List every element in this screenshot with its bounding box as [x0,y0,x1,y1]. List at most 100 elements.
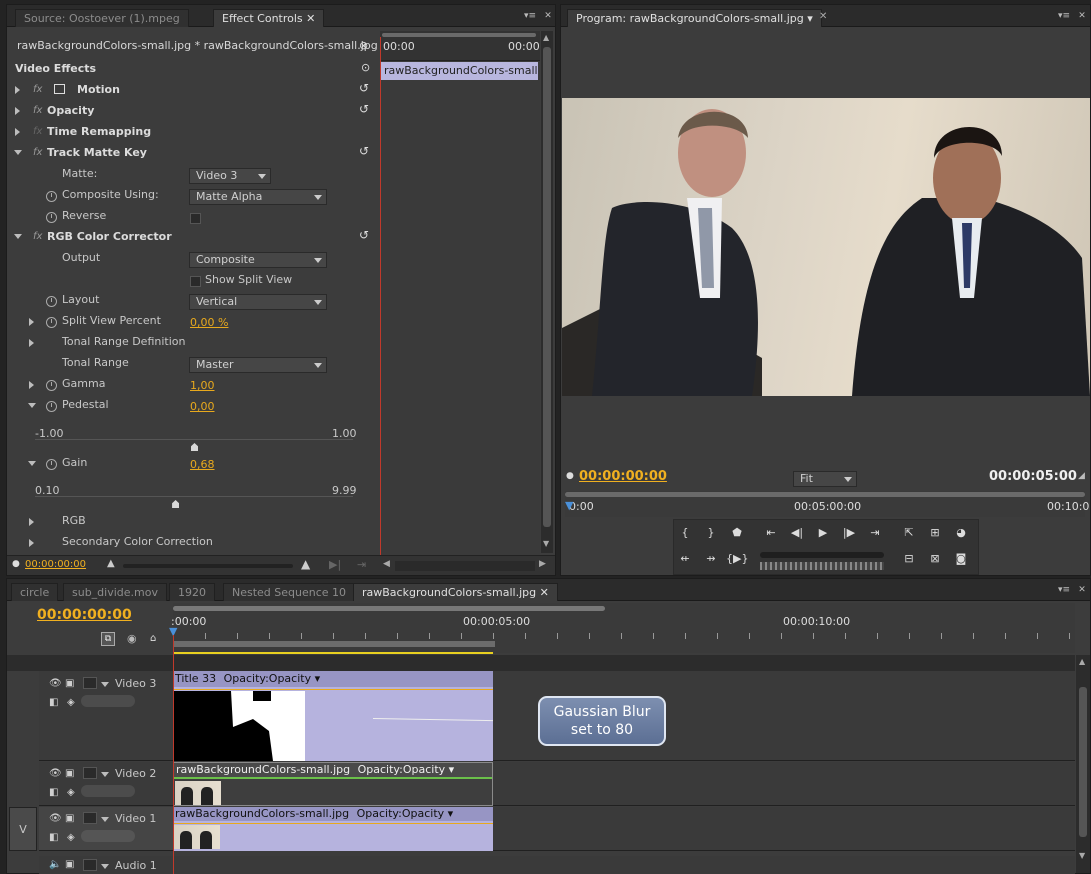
play-in-to-out-icon[interactable]: {▶} [726,550,748,568]
export-icon[interactable]: ⇥ [357,558,366,571]
opacity-line[interactable] [173,823,493,824]
keyframe-icon[interactable]: ◈ [67,787,75,798]
mini-playhead[interactable] [380,37,381,573]
tab-1920[interactable]: 1920 [169,583,215,601]
hscroll-track[interactable] [395,561,535,571]
pedestal-slider[interactable] [35,439,353,440]
lift-icon[interactable]: ⇱ [898,524,920,542]
chevron-down-icon[interactable]: ▾ [448,807,454,820]
stopwatch-icon[interactable] [46,212,57,223]
vscroll-thumb[interactable] [1079,687,1087,837]
eye-icon[interactable]: 👁 [49,813,62,824]
fx-icon[interactable]: fx [33,105,42,116]
collapse-video3-icon[interactable] [101,682,109,687]
scroll-thumb[interactable] [543,47,551,527]
hscroll-left-icon[interactable]: ◀ [383,559,390,569]
stopwatch-icon[interactable] [46,296,57,307]
safe-margins-icon[interactable]: ⊞ [924,524,946,542]
tab-source[interactable]: Source: Oostoever (1).mpeg [15,9,189,27]
clip-v1-fx[interactable]: Opacity:Opacity [357,807,445,820]
clip-v1[interactable]: rawBackgroundColors-small.jpg Opacity:Op… [173,807,493,851]
trim-monitor-icon[interactable]: ⊟ [898,550,920,568]
timeline-vscroll[interactable]: ▲ ▼ [1076,655,1090,873]
shuttle-slider[interactable] [760,552,884,558]
collapse-rgb-cc-icon[interactable] [14,234,22,239]
jog-wheel[interactable] [760,562,884,570]
program-timecode[interactable]: 00:00:00:00 [579,469,667,484]
collapse-all-icon[interactable]: ⊙ [361,61,370,74]
expand-opacity-icon[interactable] [15,107,20,115]
stopwatch-icon[interactable] [46,380,57,391]
set-marker-icon[interactable]: ⬟ [726,524,748,542]
collapse-audio1-icon[interactable] [101,864,109,869]
collapse-pedestal-icon[interactable] [28,403,36,408]
matte-dropdown[interactable]: Video 3 [189,168,271,184]
program-playhead-icon[interactable]: ▼ [565,499,573,512]
go-to-prev-edit-icon[interactable]: ⇷ [674,550,696,568]
tab-sub-divide[interactable]: sub_divide.mov [63,583,167,601]
go-to-out-icon[interactable]: ⇥ [864,524,886,542]
expand-gamma-icon[interactable] [29,381,34,389]
gain-slider[interactable] [35,496,353,497]
collapse-video2-icon[interactable] [101,772,109,777]
clip-v2[interactable]: rawBackgroundColors-small.jpg Opacity:Op… [173,762,493,806]
video-frame[interactable] [562,98,1090,396]
gain-slider-thumb[interactable] [172,500,180,508]
collapse-track-matte-icon[interactable] [14,150,22,155]
stopwatch-icon[interactable] [46,459,57,470]
target-v-toggle[interactable]: V [9,807,37,851]
reset-icon[interactable]: ↺ [359,229,372,242]
lock-toggle[interactable] [83,812,97,824]
output-icon[interactable]: ◕ [950,524,972,542]
chevron-down-icon[interactable]: ▾ [807,12,813,25]
close-panel-icon[interactable]: ✕ [1075,11,1089,21]
timeline-timecode[interactable]: 00:00:00:00 [37,607,132,623]
keyframe-icon[interactable]: ◈ [67,832,75,843]
fit-dropdown[interactable]: Fit [793,471,857,487]
panel-menu-icon[interactable]: ▾≡ [1057,11,1071,21]
film-icon[interactable]: ▣ [65,678,74,689]
close-icon[interactable]: ✕ [540,586,549,599]
show-split-view-checkbox[interactable] [190,276,201,287]
reverse-checkbox[interactable] [190,213,201,224]
mini-zoom-bar[interactable] [382,33,536,37]
output-dropdown[interactable]: Composite [189,252,327,268]
display-style-icon[interactable]: ◧ [49,832,58,843]
film-icon[interactable]: ▣ [65,768,74,779]
pedestal-slider-thumb[interactable] [191,443,198,451]
stopwatch-icon[interactable] [46,317,57,328]
add-marker-icon[interactable]: ◉ [127,632,137,645]
clip-title33[interactable]: Title 33 Opacity:Opacity ▾ [173,671,493,761]
step-forward-icon[interactable]: |▶ [838,524,860,542]
expand-time-remap-icon[interactable] [15,128,20,136]
gamma-value[interactable]: 1,00 [190,379,215,392]
close-panel-icon[interactable]: ✕ [541,11,555,21]
footer-timecode[interactable]: 00:00:00:00 [25,559,86,570]
reset-icon[interactable]: ↺ [359,103,372,116]
hscroll-right-icon[interactable]: ▶ [539,559,546,569]
layout-dropdown[interactable]: Vertical [189,294,327,310]
mark-out-icon[interactable]: } [700,524,722,542]
film-icon[interactable]: ▣ [65,813,74,824]
clip-v2-fx[interactable]: Opacity:Opacity [358,763,446,776]
scroll-down-icon[interactable]: ▼ [543,539,549,548]
zoom-in-icon[interactable]: ▲ [301,557,310,571]
panel-menu-icon[interactable]: ▾≡ [523,11,537,21]
timeline-playhead-line[interactable] [173,635,174,874]
timeline-ruler[interactable]: :00:00 00:00:05:00 00:00:10:00 ▼ [169,603,1075,653]
collapse-icon[interactable]: ⊗ [359,39,368,52]
split-pct-value[interactable]: 0,00 % [190,316,228,329]
display-style-icon[interactable]: ◧ [49,787,58,798]
close-icon[interactable]: ✕ [306,12,315,25]
speaker-icon[interactable]: 🔈 [49,859,61,870]
play-audio-icon[interactable]: ▶| [329,558,341,571]
snap-icon[interactable]: ⧉ [101,632,115,646]
opacity-line[interactable] [173,689,493,690]
step-back-icon[interactable]: ◀| [786,524,808,542]
timeline-zoom-bar[interactable] [173,606,605,611]
lock-toggle[interactable] [83,677,97,689]
scroll-up-icon[interactable]: ▲ [1079,657,1085,666]
keyframe-nav[interactable] [81,785,135,797]
expand-split-pct-icon[interactable] [29,318,34,326]
effect-scrollbar[interactable]: ▲ ▼ [541,31,553,553]
